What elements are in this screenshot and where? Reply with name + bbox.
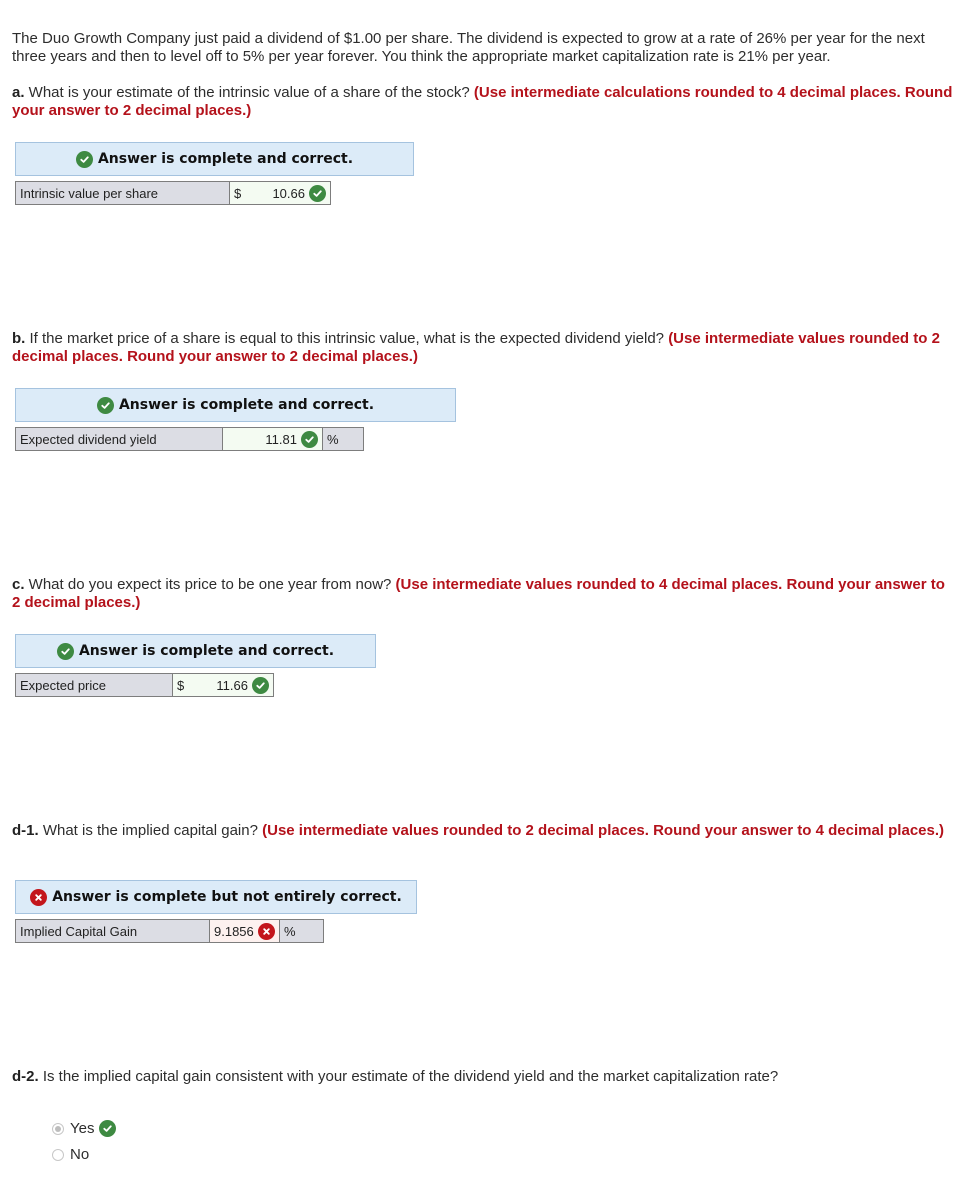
question-d2: d-2. Is the implied capital gain consist… [12, 1068, 956, 1086]
answer-row-c: Expected price $ 11.66 [15, 673, 274, 697]
check-circle-icon [99, 1120, 117, 1137]
check-circle-icon [75, 150, 93, 168]
check-circle-icon [96, 396, 114, 414]
answer-banner-a-text: Answer is complete and correct. [97, 151, 354, 167]
question-a-prefix: a. [12, 84, 25, 101]
question-d1-text: What is the implied capital gain? [38, 822, 263, 839]
question-c: c. What do you expect its price to be on… [12, 576, 956, 612]
option-no[interactable]: No [52, 1146, 89, 1163]
question-c-text: What do you expect its price to be one y… [24, 576, 396, 593]
answer-input-b[interactable]: 11.81 [223, 427, 323, 451]
answer-label-c: Expected price [15, 673, 173, 697]
answer-value-d1: 9.1856 [214, 923, 254, 939]
question-c-prefix: c. [12, 576, 25, 593]
answer-banner-c: Answer is complete and correct. [15, 634, 376, 668]
answer-banner-d1-text: Answer is complete but not entirely corr… [52, 889, 402, 905]
answer-banner-c-text: Answer is complete and correct. [78, 643, 335, 659]
question-b-text: If the market price of a share is equal … [25, 330, 669, 347]
question-d1-instruction: (Use intermediate values rounded to 2 de… [262, 822, 945, 839]
radio-no[interactable] [52, 1148, 64, 1161]
answer-label-b: Expected dividend yield [15, 427, 223, 451]
problem-intro: The Duo Growth Company just paid a divid… [12, 30, 925, 65]
answer-input-a[interactable]: $ 10.66 [230, 181, 331, 205]
answer-banner-b-text: Answer is complete and correct. [118, 397, 375, 413]
answer-input-c[interactable]: $ 11.66 [173, 673, 274, 697]
question-d2-text: Is the implied capital gain consistent w… [38, 1068, 779, 1085]
question-d1-prefix: d-1. [12, 822, 39, 839]
question-b-prefix: b. [12, 330, 26, 347]
radio-yes[interactable] [52, 1122, 64, 1135]
question-b: b. If the market price of a share is equ… [12, 330, 956, 366]
answer-label-d1: Implied Capital Gain [15, 919, 210, 943]
answer-label-a: Intrinsic value per share [15, 181, 230, 205]
check-circle-icon [252, 676, 269, 694]
answer-row-a: Intrinsic value per share $ 10.66 [15, 181, 331, 205]
answer-banner-d1: Answer is complete but not entirely corr… [15, 880, 417, 914]
question-d2-prefix: d-2. [12, 1068, 39, 1085]
question-a: a. What is your estimate of the intrinsi… [12, 84, 956, 120]
currency-symbol: $ [177, 677, 185, 693]
currency-symbol: $ [234, 185, 242, 201]
answer-input-d1[interactable]: 9.1856 [210, 919, 280, 943]
question-d1: d-1. What is the implied capital gain? (… [12, 822, 956, 840]
check-circle-icon [301, 430, 318, 448]
answer-banner-a: Answer is complete and correct. [15, 142, 414, 176]
answer-row-d1: Implied Capital Gain 9.1856 % [15, 919, 324, 943]
unit-percent: % [280, 919, 324, 943]
x-circle-icon [257, 922, 275, 940]
answer-value-b: 11.81 [265, 431, 297, 447]
check-circle-icon [309, 184, 326, 202]
answer-banner-b: Answer is complete and correct. [15, 388, 456, 422]
unit-percent: % [323, 427, 364, 451]
answer-value-a: 10.66 [272, 185, 305, 201]
answer-row-b: Expected dividend yield 11.81 % [15, 427, 364, 451]
answer-value-c: 11.66 [216, 677, 248, 693]
question-a-text: What is your estimate of the intrinsic v… [24, 84, 474, 101]
option-no-label: No [70, 1146, 90, 1163]
option-yes-label: Yes [70, 1120, 95, 1137]
option-yes[interactable]: Yes [52, 1120, 117, 1137]
check-circle-icon [56, 642, 74, 660]
x-circle-icon [30, 888, 48, 906]
